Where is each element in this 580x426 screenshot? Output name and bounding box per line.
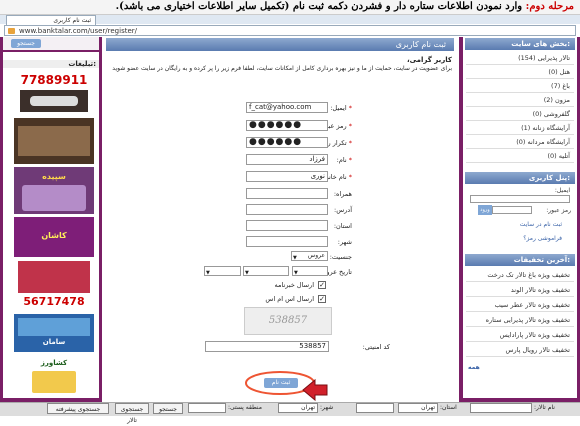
address-field[interactable] [246,204,328,215]
login-password-label: رمز عبور: [546,207,571,214]
login-button[interactable]: ورود [478,205,492,215]
captcha-field[interactable]: 538857 [205,341,329,352]
more-news-link[interactable]: همه [468,364,488,371]
ad-banner-3[interactable]: سپیده [14,167,94,214]
ad-banner-1[interactable]: 77889911 [14,71,94,115]
wedding-day-select[interactable]: ▼ [292,266,328,276]
ads-title: تبلیغات: [3,60,99,68]
register-link[interactable]: ثبت نام در سایت [470,221,562,228]
news-item[interactable]: تخفیف ویژه تالار الوند [466,284,574,297]
newsletter-checkbox[interactable]: ✓ [318,281,326,289]
top-search-bar: جستجو [3,37,99,50]
section-item[interactable]: گلفروشی (0) [466,108,574,121]
email-label: * ایمیل: [330,104,352,112]
news-item[interactable]: تخفیف ویژه تالار عطر سیب [466,299,574,312]
mobile-field[interactable] [246,188,328,199]
greeting: کاربر گرامی، [406,56,452,64]
sections-title: بخش های سایت: [465,38,575,50]
newsletter-label: ارسال خبرنامه [274,281,314,289]
news-title: آخرین تخفیفات: [465,254,575,266]
news-item[interactable]: تخفیف تالار رویال پارس [466,344,574,357]
chevron-down-icon: ▼ [206,270,210,276]
search-button[interactable]: جستجو [153,403,183,414]
login-password-field[interactable] [492,206,532,214]
wedding-year-select[interactable]: ▼ [204,266,241,276]
name-field[interactable]: فرزاد [246,154,328,165]
password-field[interactable]: ●●●●●● [246,120,328,131]
login-email-field[interactable] [470,195,570,203]
section-item[interactable]: آتلیه (0) [466,150,574,163]
section-item[interactable]: تالار پذیرایی (154) [466,52,574,65]
browser-tab[interactable]: ثبت نام کاربری [6,15,96,25]
instruction-banner: مرحله دوم: وارد نمودن اطلاعات ستاره دار … [0,0,580,15]
city-field[interactable] [246,236,328,247]
section-item[interactable]: آرایشگاه زنانه (1) [466,122,574,135]
area-filter-label: منطقه پستی: [228,404,262,411]
intro-block: کاربر گرامی، برای عضویت در سایت، حمایت ا… [107,56,452,73]
ad-banner-7[interactable]: کشاورز [14,355,94,397]
gender-label: جنسیت: [329,253,352,261]
intro-text: برای عضویت در سایت، حمایت از ما و نیز به… [112,65,452,72]
talar-name-field[interactable] [470,403,532,413]
submit-button[interactable]: ثبت نام [264,378,298,388]
address-bar[interactable]: www.banktalar.com/user/register/ [4,25,576,36]
city-filter-label: شهر: [320,404,334,411]
province-filter-select[interactable]: تهران [398,403,438,413]
ad-banner-4[interactable]: کاشان [14,217,94,257]
ad-car-image [20,90,88,112]
chevron-down-icon: ▼ [293,255,297,261]
gender-select[interactable]: ▼ عروس [291,251,328,261]
step-label: مرحله دوم: [525,1,574,12]
wedding-month-select[interactable]: ▼ [243,266,289,276]
province-filter-select-2[interactable] [356,403,394,413]
ad-banner-2[interactable] [14,118,94,164]
page-title: ثبت نام کاربری [106,38,454,51]
sms-checkbox[interactable]: ✓ [318,295,326,303]
province-label: استان: [333,222,352,230]
advanced-search-button[interactable]: جستجوی پیشرفته [47,403,109,414]
site-favicon-icon [8,28,15,34]
login-email-label: ایمیل: [554,187,570,194]
family-field[interactable]: نوری [246,171,328,182]
banner-text: وارد نمودن اطلاعات ستاره دار و فشردن دکم… [115,1,523,12]
captcha-image: 538857 [244,307,332,335]
quick-search-button[interactable]: جستجوی تالار [115,403,149,424]
chevron-down-icon: ▼ [294,270,298,276]
sms-label: ارسال اس ام اس [265,295,314,303]
section-item[interactable]: مزون (2) [466,94,574,107]
ad-banner-5[interactable]: 56717478 [14,259,94,311]
province-filter-label: استان: [440,404,457,411]
news-item[interactable]: تخفیف ویژه تالار پارادایس [466,329,574,342]
ad-banner-6[interactable]: سامان [14,314,94,352]
address-label: آدرس: [334,206,352,214]
captcha-label: کد امنیتی: [362,343,390,351]
pointer-arrow-icon [302,378,328,402]
login-title: پنل کاربری: [465,172,575,184]
province-field[interactable] [246,220,328,231]
url-text: www.banktalar.com/user/register/ [19,27,137,35]
chevron-down-icon: ▼ [245,270,249,276]
city-filter-select[interactable]: تهران [278,403,318,413]
name-label: * نام: [336,156,352,164]
section-item[interactable]: آرایشگاه مردانه (0) [466,136,574,149]
password-confirm-field[interactable]: ●●●●●● [246,137,328,148]
ad-phone: 77889911 [20,73,88,87]
email-field[interactable]: f_cat@yahoo.com [246,102,328,113]
area-filter-select[interactable] [188,403,226,413]
forgot-password-link[interactable]: فراموشی رمز؟ [470,235,562,242]
section-item[interactable]: باغ (7) [466,80,574,93]
news-item[interactable]: تخفیف ویژه تالار پذیرایی ستاره [466,314,574,327]
news-item[interactable]: تخفیف ویژه باغ تالار تک درخت [466,269,574,282]
top-search-button[interactable]: جستجو [11,39,41,48]
talar-name-label: نام تالار: [534,404,555,411]
section-item[interactable]: هتل (0) [466,66,574,79]
city-label: شهر: [337,238,352,246]
mobile-label: همراه: [333,190,352,198]
